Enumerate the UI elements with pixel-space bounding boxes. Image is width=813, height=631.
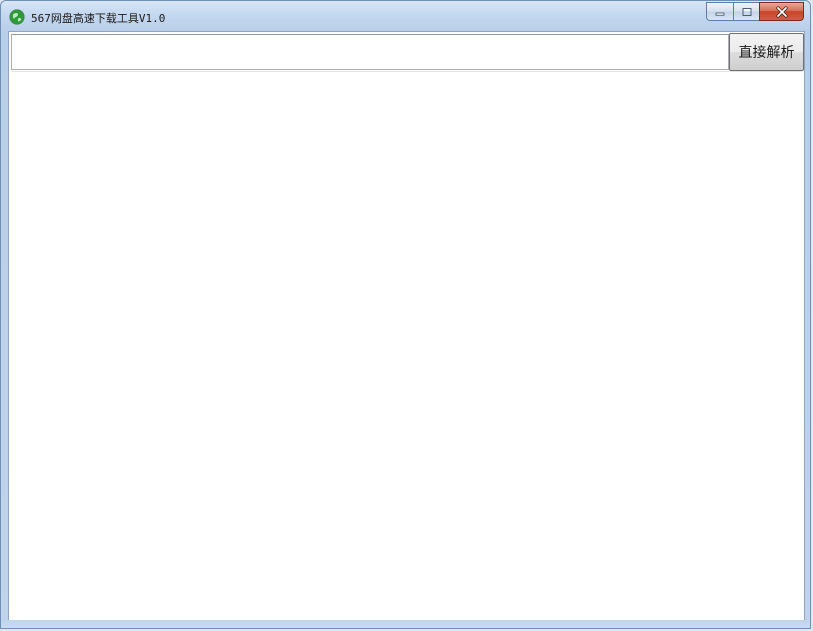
- share-link-input[interactable]: [11, 34, 729, 70]
- minimize-icon: [715, 12, 725, 16]
- minimize-button[interactable]: [706, 2, 733, 21]
- window-bottom-frame: [1, 620, 810, 628]
- result-content-area[interactable]: [11, 72, 802, 619]
- direct-parse-button[interactable]: 直接解析: [729, 33, 804, 71]
- close-icon: [775, 6, 788, 17]
- app-window: 567网盘高速下载工具V1.0 直接解析: [0, 0, 811, 629]
- maximize-button[interactable]: [733, 2, 759, 21]
- green-globe-icon: [9, 9, 25, 25]
- client-area: 直接解析: [8, 31, 805, 622]
- title-bar[interactable]: 567网盘高速下载工具V1.0: [1, 1, 810, 31]
- caption-buttons: [706, 2, 804, 22]
- maximize-icon: [742, 7, 751, 16]
- window-title: 567网盘高速下载工具V1.0: [31, 12, 166, 25]
- close-button[interactable]: [759, 2, 804, 21]
